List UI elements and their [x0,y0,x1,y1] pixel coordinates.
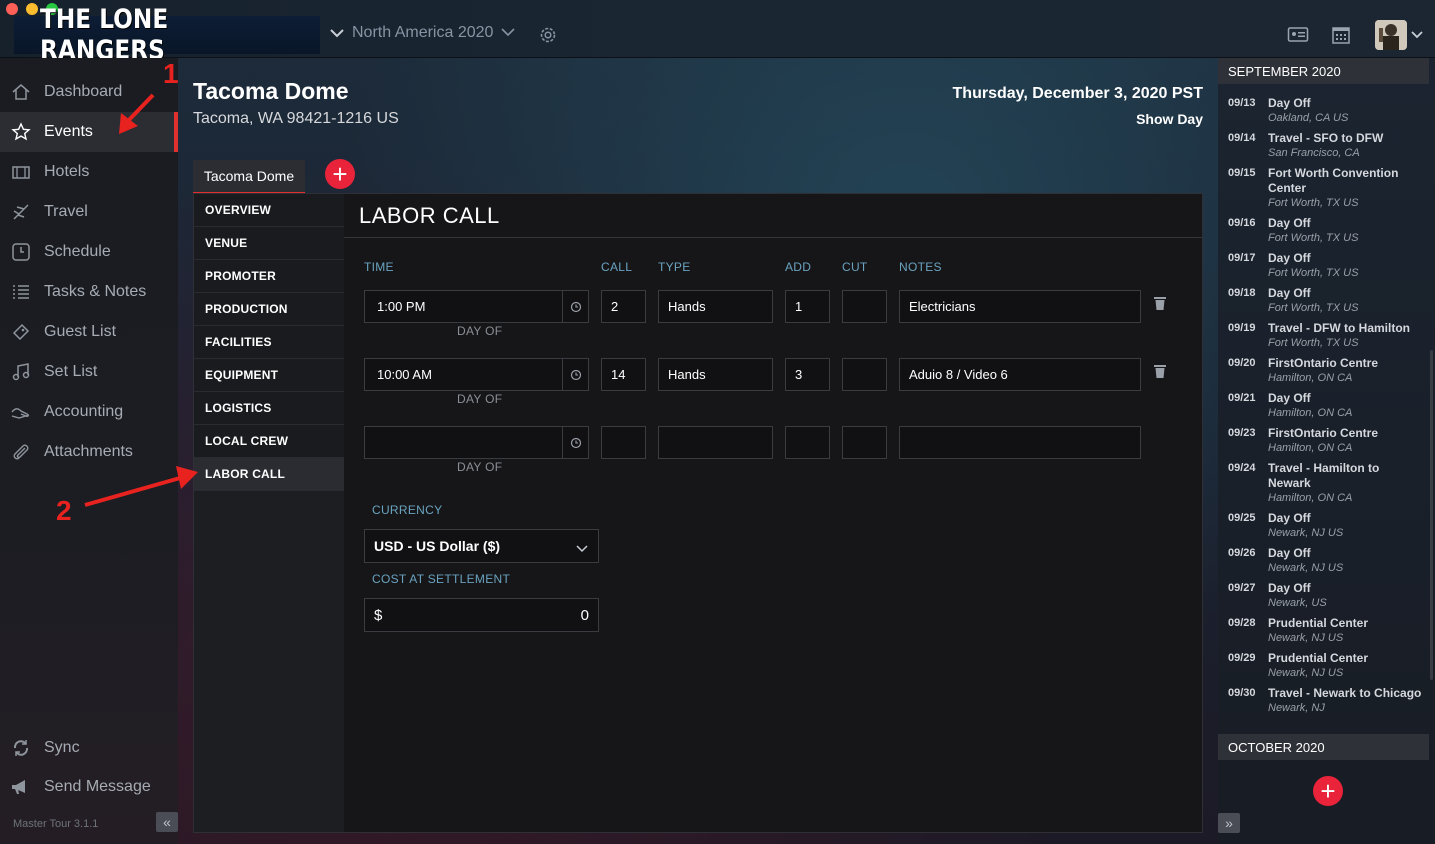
annotation-arrow [84,466,198,507]
annotation-arrow [119,93,155,134]
annotation-overlay [84,93,198,507]
annotation-number: 2 [56,495,72,526]
annotation-number: 1 [163,58,179,89]
